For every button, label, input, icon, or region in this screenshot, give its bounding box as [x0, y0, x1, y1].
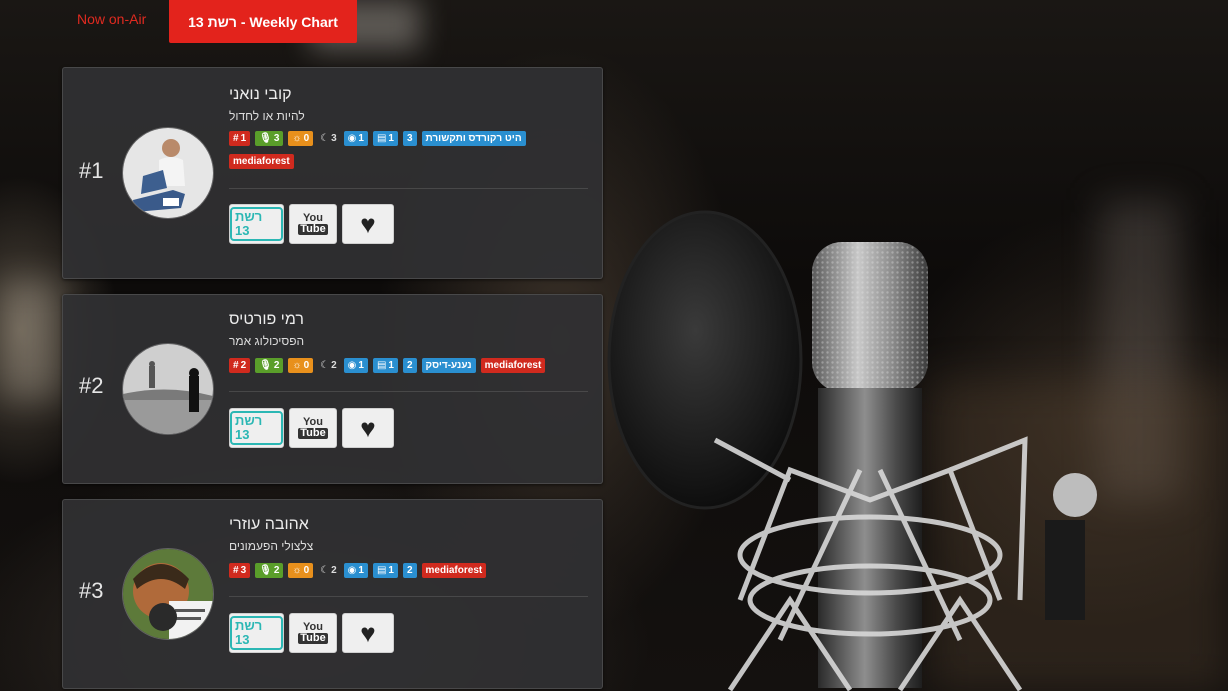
- chart-position-badge: #3: [229, 563, 251, 578]
- divider: [229, 596, 588, 597]
- sun-icon: ☼: [292, 133, 302, 144]
- youtube-button[interactable]: You Tube: [289, 613, 337, 653]
- reshet13-logo-icon: רשת 13: [230, 411, 283, 445]
- song-title: להיות או לחדול: [229, 109, 305, 123]
- mic-badge: 🎙 2: [255, 563, 284, 578]
- source-badge: mediaforest: [480, 358, 546, 373]
- reshet13-logo-icon: רשת 13: [230, 207, 283, 241]
- moon-icon: ☾: [320, 565, 330, 576]
- youtube-icon: You Tube: [298, 212, 328, 235]
- moon-icon: ☾: [320, 360, 330, 371]
- mic-icon: 🎙: [259, 360, 272, 371]
- news-badge: ▤ 1: [372, 131, 398, 146]
- chart-position-badge: #2: [229, 358, 251, 373]
- sun-badge: ☼ 0: [288, 563, 314, 578]
- newspaper-icon: ▤: [376, 565, 387, 576]
- tab-weekly-chart[interactable]: רשת 13 - Weekly Chart: [169, 0, 357, 43]
- reshet13-button[interactable]: רשת 13: [229, 613, 284, 653]
- source-badge: mediaforest: [421, 563, 487, 578]
- youtube-button[interactable]: You Tube: [289, 408, 337, 448]
- moon-badge: ☾ 2: [320, 360, 337, 371]
- rank-label: #2: [79, 373, 104, 398]
- heart-icon: ♥: [360, 209, 376, 239]
- chart-position-badge: #1: [229, 131, 251, 146]
- mic-icon: 🎙: [259, 133, 272, 144]
- mic-icon: 🎙: [259, 565, 272, 576]
- stats-badges: #2 🎙 2 ☼ 0 ☾ 2 ◉ 1 ▤ 1 2 נענע-דיסק mediafores…: [229, 358, 546, 373]
- chart-entry-card: #2 רמי פורטיס הפסיכולוג אמר #2 🎙 2 ☼ 0 ☾ 2 …: [62, 294, 603, 484]
- action-buttons: רשת 13 You Tube ♥: [229, 408, 394, 448]
- newspaper-icon: ▤: [376, 133, 387, 144]
- artist-avatar[interactable]: [122, 343, 214, 435]
- globe-icon: ◉: [347, 360, 357, 371]
- record-label-badge: נענע-דיסק: [421, 358, 476, 373]
- reshet13-logo-icon: רשת 13: [230, 616, 283, 650]
- song-title: הפסיכולוג אמר: [229, 334, 305, 348]
- moon-badge: ☾ 2: [320, 565, 337, 576]
- globe-badge: ◉ 1: [343, 563, 368, 578]
- mic-badge: 🎙 2: [255, 358, 284, 373]
- label-count-badge: 2: [402, 563, 417, 578]
- youtube-icon: You Tube: [298, 416, 328, 439]
- artist-avatar[interactable]: [122, 127, 214, 219]
- news-badge: ▤ 1: [372, 563, 398, 578]
- artist-avatar[interactable]: [122, 548, 214, 640]
- sun-icon: ☼: [292, 360, 302, 371]
- record-label-badge: היט רקורדס ותקשורת: [421, 131, 526, 146]
- label-count-badge: 2: [402, 358, 417, 373]
- youtube-button[interactable]: You Tube: [289, 204, 337, 244]
- like-button[interactable]: ♥: [342, 408, 394, 448]
- source-badge: mediaforest: [229, 154, 294, 169]
- artist-name: אהובה עוזרי: [229, 516, 309, 533]
- divider: [229, 188, 588, 189]
- action-buttons: רשת 13 You Tube ♥: [229, 613, 394, 653]
- rank-label: #3: [79, 578, 104, 603]
- newspaper-icon: ▤: [376, 360, 387, 371]
- mic-badge: 🎙 3: [255, 131, 284, 146]
- heart-icon: ♥: [360, 413, 376, 443]
- artist-name: קובי נואני: [229, 86, 292, 103]
- chart-entry-card: #1 קובי נואני להיות או לחדול #1 🎙 3 ☼ 0 ☾ 3…: [62, 67, 603, 279]
- globe-badge: ◉ 1: [343, 358, 368, 373]
- reshet13-button[interactable]: רשת 13: [229, 204, 284, 244]
- stats-badges: #1 🎙 3 ☼ 0 ☾ 3 ◉ 1 ▤ 1 3 היט רקורדס ותקשורת: [229, 131, 526, 146]
- moon-badge: ☾ 3: [320, 133, 337, 144]
- like-button[interactable]: ♥: [342, 613, 394, 653]
- youtube-icon: You Tube: [298, 621, 328, 644]
- sun-badge: ☼ 0: [288, 358, 314, 373]
- divider: [229, 391, 588, 392]
- globe-icon: ◉: [347, 133, 357, 144]
- chart-entry-card: #3 אהובה עוזרי צלצולי הפעמונים #3 🎙 2 ☼ 0 …: [62, 499, 603, 689]
- artist-name: רמי פורטיס: [229, 311, 304, 328]
- stats-badges: #3 🎙 2 ☼ 0 ☾ 2 ◉ 1 ▤ 1 2 mediaforest: [229, 563, 487, 578]
- rank-label: #1: [79, 158, 104, 183]
- moon-icon: ☾: [320, 133, 330, 144]
- heart-icon: ♥: [360, 618, 376, 648]
- globe-icon: ◉: [347, 565, 357, 576]
- source-badges: mediaforest: [229, 154, 294, 169]
- like-button[interactable]: ♥: [342, 204, 394, 244]
- news-badge: ▤ 1: [372, 358, 398, 373]
- sun-badge: ☼ 0: [288, 131, 314, 146]
- tab-now-on-air[interactable]: Now on-Air: [77, 10, 146, 28]
- globe-badge: ◉ 1: [343, 131, 368, 146]
- reshet13-button[interactable]: רשת 13: [229, 408, 284, 448]
- action-buttons: רשת 13 You Tube ♥: [229, 204, 394, 244]
- sun-icon: ☼: [292, 565, 302, 576]
- label-count-badge: 3: [402, 131, 417, 146]
- song-title: צלצולי הפעמונים: [229, 539, 314, 553]
